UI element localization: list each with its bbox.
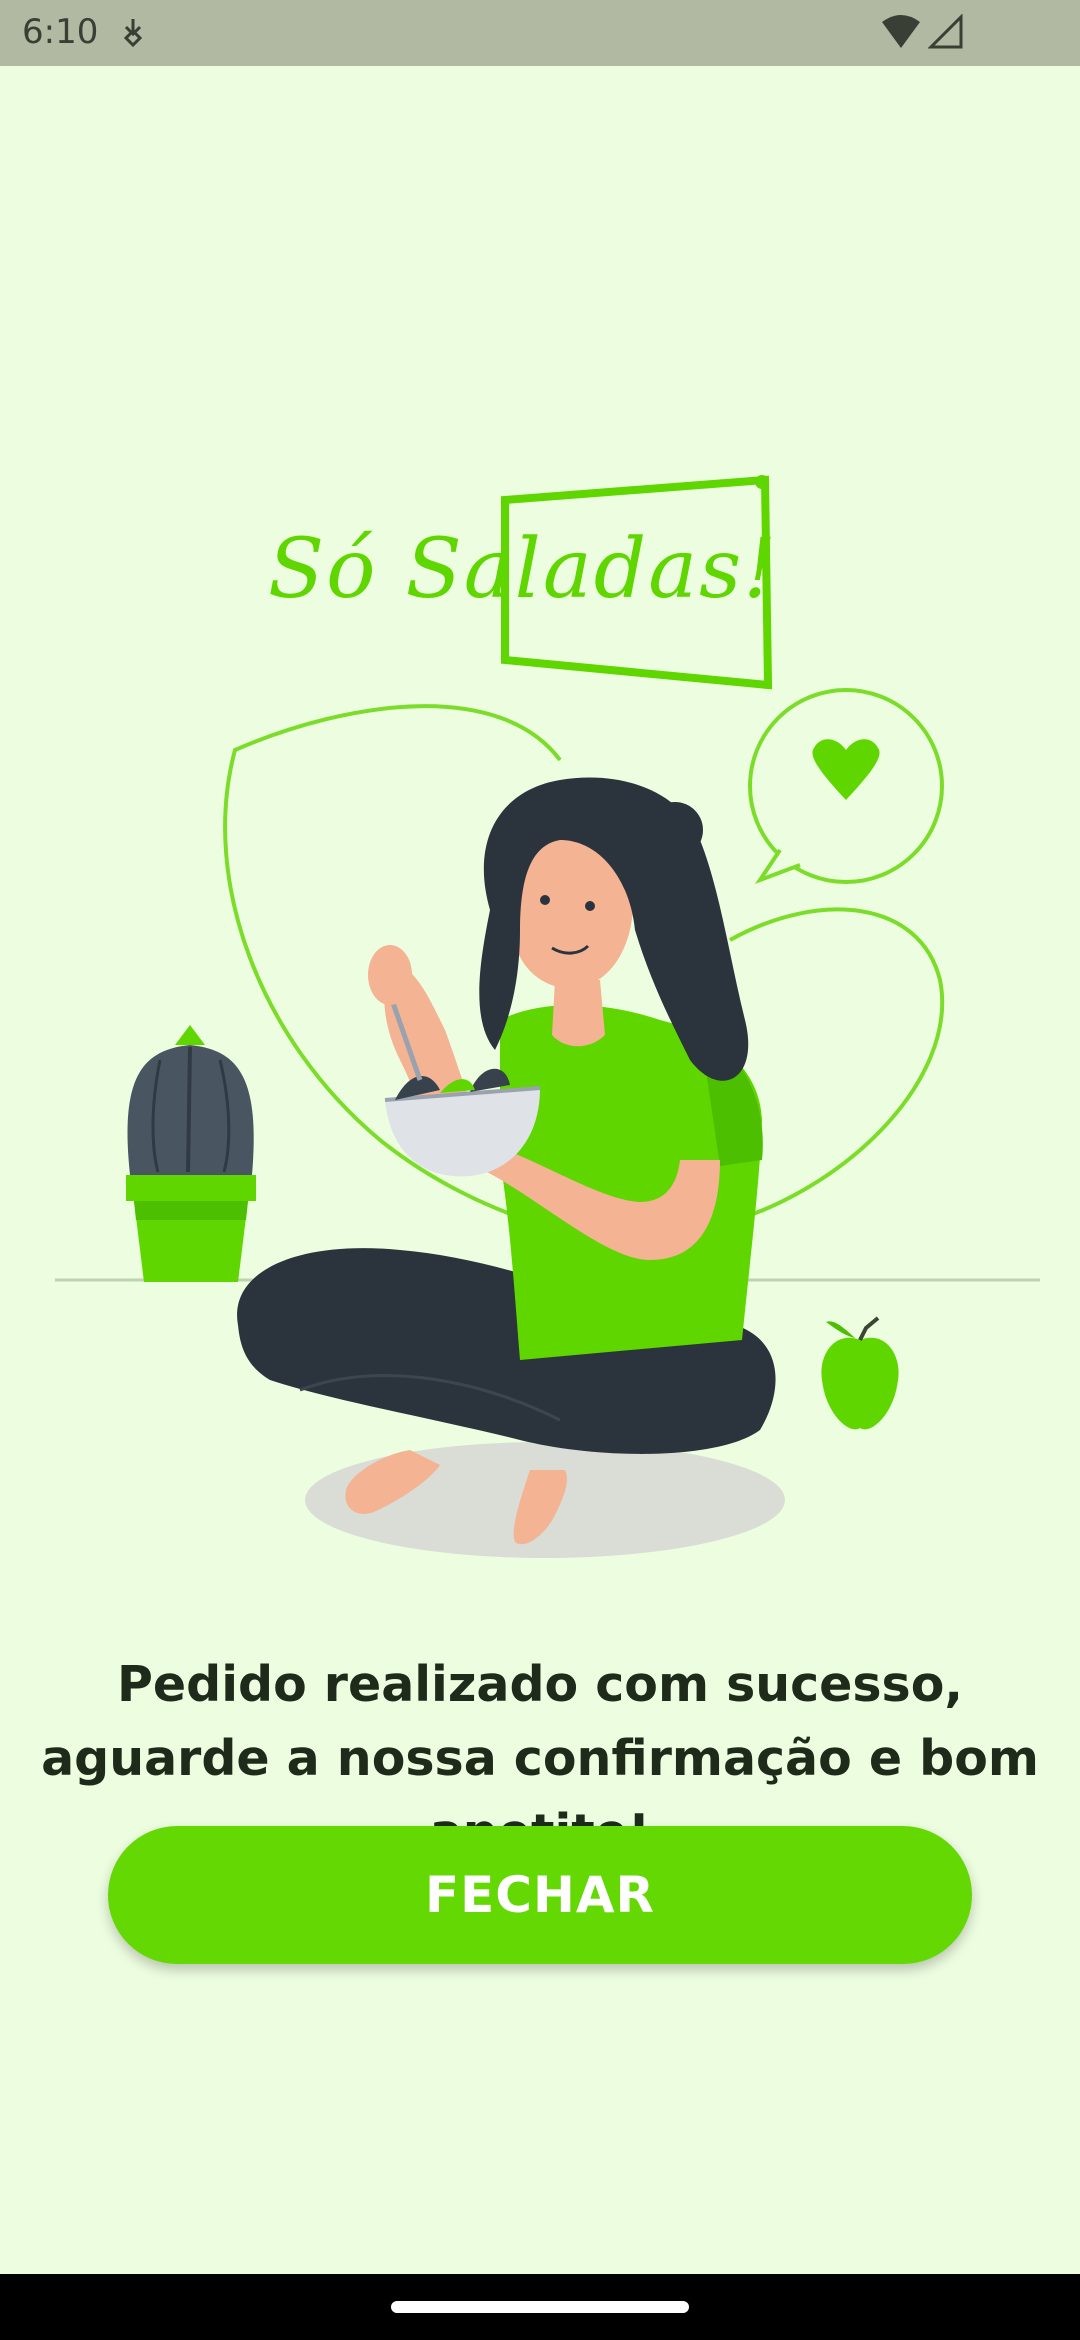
woman-eating-salad-illustration (55, 475, 1040, 1558)
navigation-bar (0, 2274, 1080, 2340)
home-gesture-handle[interactable] (391, 2301, 689, 2313)
close-button-label: FECHAR (424, 1866, 656, 1924)
close-button[interactable]: FECHAR (108, 1826, 972, 1964)
status-bar: 6:10 (0, 0, 1080, 66)
download-notification-icon (123, 19, 143, 48)
brand-logo: Só Saladas! (268, 522, 779, 617)
status-time: 6:10 (22, 12, 99, 52)
wifi-icon (882, 15, 920, 48)
cellular-signal-icon (928, 14, 963, 49)
